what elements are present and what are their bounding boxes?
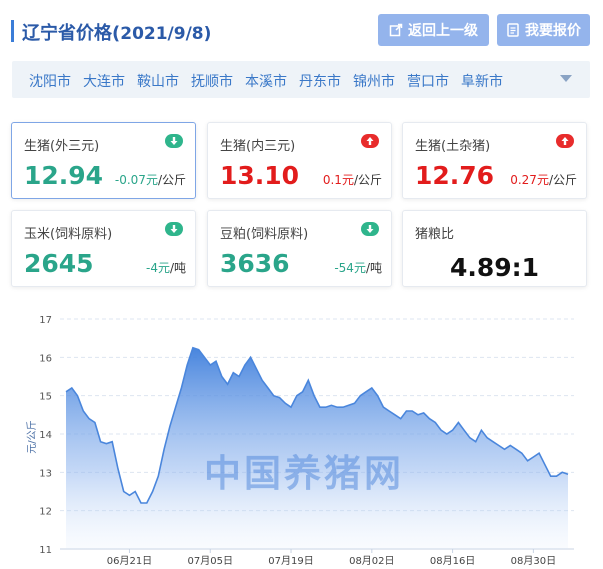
card-change: 0.27元/公斤 <box>510 171 577 188</box>
card-value: 3636 <box>220 249 290 278</box>
city-selector: 沈阳市 大连市 鞍山市 抚顺市 本溪市 丹东市 锦州市 营口市 阜新市 <box>12 61 590 98</box>
card-change: -0.07元/公斤 <box>115 171 186 188</box>
x-tick-label: 08月30日 <box>511 555 556 567</box>
chevron-down-icon[interactable] <box>560 75 572 82</box>
back-button-label: 返回上一级 <box>408 23 478 39</box>
city-link[interactable]: 锦州市 <box>353 71 395 91</box>
card-change: 0.1元/公斤 <box>323 171 382 188</box>
card-name: 生猪(土杂猪) <box>415 139 491 154</box>
city-link[interactable]: 本溪市 <box>245 71 287 91</box>
card-value: 13.10 <box>220 161 300 190</box>
arrow-down-icon <box>361 222 379 236</box>
price-card-soybean-meal[interactable]: 豆粕(饲料原料) 3636 -54元/吨 <box>207 210 392 287</box>
x-tick-label: 08月02日 <box>349 555 394 567</box>
x-tick-label: 07月05日 <box>188 555 233 567</box>
quote-button[interactable]: 我要报价 <box>497 14 590 46</box>
card-change-unit: /公斤 <box>548 173 577 187</box>
price-card-corn[interactable]: 玉米(饲料原料) 2645 -4元/吨 <box>11 210 196 287</box>
external-link-icon <box>389 23 403 37</box>
back-button[interactable]: 返回上一级 <box>378 14 489 46</box>
title-accent-bar <box>11 20 14 42</box>
city-link[interactable]: 大连市 <box>83 71 125 91</box>
chart-x-axis: 06月21日 07月05日 07月19日 08月02日 08月16日 08月30日 <box>107 549 556 567</box>
arrow-up-icon <box>556 134 574 148</box>
card-value: 4.89:1 <box>449 253 540 282</box>
arrow-down-icon <box>165 134 183 148</box>
y-tick-label: 12 <box>39 507 52 518</box>
card-change-unit: /吨 <box>365 261 382 275</box>
card-change-unit: /公斤 <box>353 173 382 187</box>
title-date: 2021/9/8) <box>120 24 212 44</box>
chart-y-axis: 11 12 13 14 15 16 17 <box>39 315 52 556</box>
price-card-pig-outer[interactable]: 生猪(外三元) 12.94 -0.07元/公斤 <box>11 122 196 199</box>
card-change-amount: 0.27元 <box>510 173 549 187</box>
city-link[interactable]: 抚顺市 <box>191 71 233 91</box>
x-tick-label: 08月16日 <box>430 555 475 567</box>
y-tick-label: 13 <box>39 468 52 479</box>
price-chart: 11121314151617 06月21日 07月05日 07月19日 08月02日 0… <box>26 315 574 567</box>
card-name: 玉米(饲料原料) <box>24 227 113 242</box>
y-tick-label: 16 <box>39 353 52 364</box>
title-text: 辽宁省价格( <box>22 23 121 44</box>
arrow-down-icon <box>165 222 183 236</box>
card-name: 生猪(外三元) <box>24 139 100 154</box>
y-tick-label: 11 <box>39 545 52 556</box>
arrow-up-icon <box>361 134 379 148</box>
x-tick-label: 06月21日 <box>107 555 152 567</box>
card-name: 猪粮比 <box>415 227 455 242</box>
card-value: 12.76 <box>415 161 495 190</box>
card-value: 12.94 <box>24 161 104 190</box>
card-change-amount: -0.07元 <box>114 173 158 187</box>
card-change: -54元/吨 <box>334 259 382 276</box>
card-change: -4元/吨 <box>146 259 186 276</box>
city-link[interactable]: 鞍山市 <box>137 71 179 91</box>
y-tick-label: 15 <box>39 392 52 403</box>
page-title: 辽宁省价格(2021/9/8) <box>22 19 211 45</box>
price-card-pig-grain-ratio[interactable]: 猪粮比 4.89:1 <box>402 210 587 287</box>
city-link[interactable]: 沈阳市 <box>29 71 71 91</box>
card-change-amount: -4元 <box>145 261 170 275</box>
city-link[interactable]: 阜新市 <box>461 71 503 91</box>
card-name: 生猪(内三元) <box>220 139 296 154</box>
card-value: 2645 <box>24 249 94 278</box>
document-icon <box>507 23 519 37</box>
price-card-pig-native[interactable]: 生猪(土杂猪) 12.76 0.27元/公斤 <box>402 122 587 199</box>
watermark: 中国养猪网 <box>204 452 404 495</box>
city-link[interactable]: 营口市 <box>407 71 449 91</box>
y-tick-label: 14 <box>39 430 52 441</box>
page-header: 辽宁省价格(2021/9/8) 返回上一级 我要报价 <box>0 0 603 60</box>
price-card-pig-inner[interactable]: 生猪(内三元) 13.10 0.1元/公斤 <box>207 122 392 199</box>
quote-button-label: 我要报价 <box>525 23 581 39</box>
city-link[interactable]: 丹东市 <box>299 71 341 91</box>
x-tick-label: 07月19日 <box>268 555 313 567</box>
y-tick-label: 17 <box>39 315 52 326</box>
card-change-amount: -54元 <box>334 261 366 275</box>
card-name: 豆粕(饲料原料) <box>220 227 309 242</box>
card-change-unit: /吨 <box>169 261 186 275</box>
chart-y-label: 元/公斤 <box>26 420 38 453</box>
card-change-unit: /公斤 <box>157 173 186 187</box>
card-change-amount: 0.1元 <box>322 173 354 187</box>
